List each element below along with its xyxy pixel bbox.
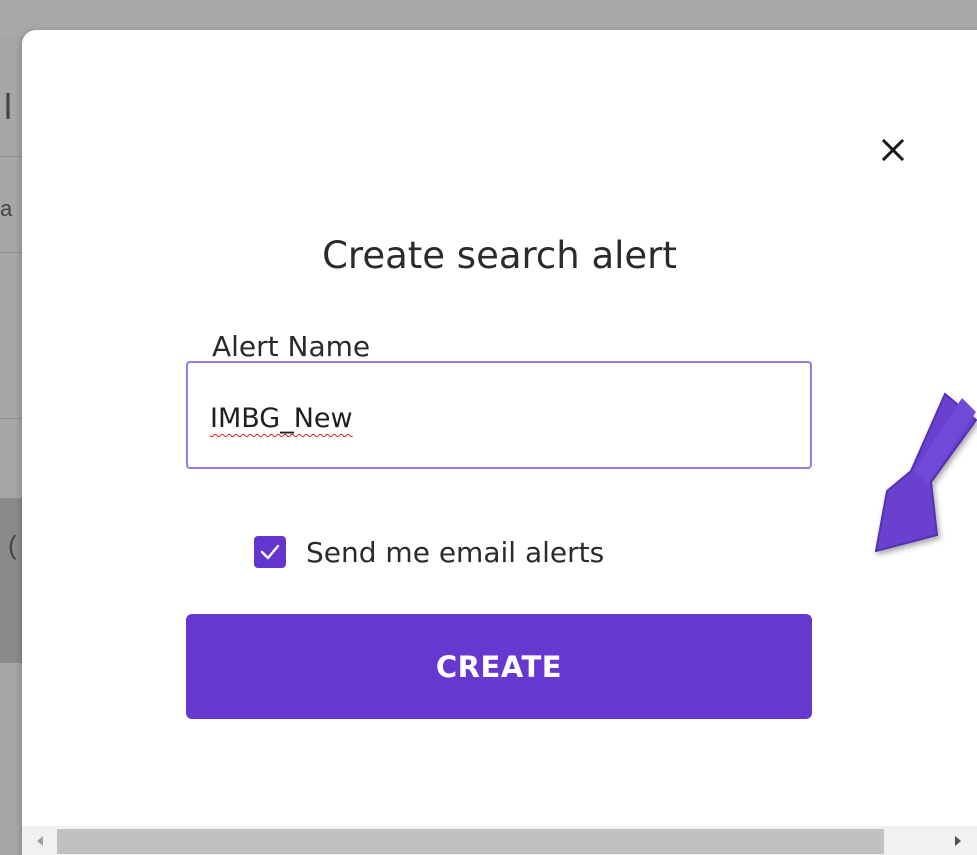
- alert-name-value: IMBG_New: [210, 403, 353, 434]
- scroll-right-button[interactable]: [944, 826, 972, 855]
- create-button[interactable]: CREATE: [186, 614, 812, 719]
- dialog-title: Create search alert: [322, 234, 677, 277]
- background-panel: [0, 498, 24, 663]
- email-alerts-checkbox[interactable]: [254, 536, 286, 568]
- email-alerts-option[interactable]: Send me email alerts: [254, 532, 604, 572]
- horizontal-scrollbar[interactable]: [22, 826, 977, 855]
- scroll-right-icon: [955, 835, 961, 846]
- alert-name-label: Alert Name: [212, 330, 371, 363]
- scrollbar-thumb[interactable]: [57, 829, 884, 854]
- scroll-left-button[interactable]: [26, 826, 54, 855]
- background-divider: [0, 418, 24, 419]
- close-button[interactable]: [878, 132, 908, 168]
- alert-name-input[interactable]: IMBG_New: [186, 361, 812, 469]
- create-alert-dialog: Create search alert Alert Name IMBG_New …: [22, 30, 977, 855]
- background-divider: [0, 156, 24, 157]
- email-alerts-label: Send me email alerts: [306, 535, 605, 569]
- checkmark-icon: [260, 544, 280, 560]
- close-icon: [881, 138, 905, 162]
- background-text: (: [8, 530, 17, 560]
- background-text: a: [0, 196, 13, 221]
- background-text: l: [4, 86, 12, 127]
- background-divider: [0, 252, 24, 253]
- scroll-left-icon: [37, 835, 43, 846]
- background-sidebar: [0, 36, 24, 855]
